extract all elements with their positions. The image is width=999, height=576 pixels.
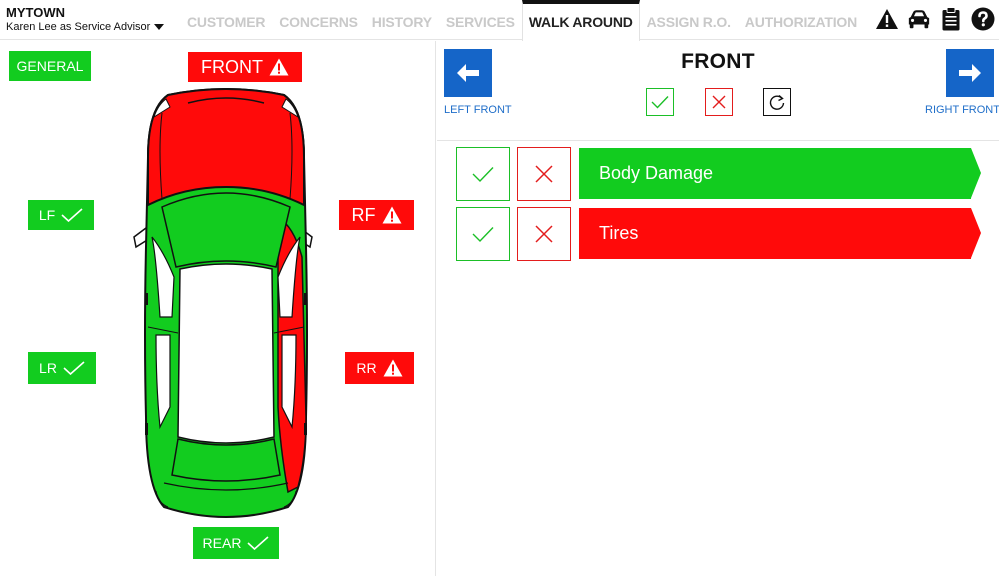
rear-window <box>171 438 281 482</box>
tab-concerns[interactable]: CONCERNS <box>272 0 365 40</box>
item-fail-button[interactable] <box>517 147 571 201</box>
zone-lr-label: LR <box>39 360 57 376</box>
zone-rear-button[interactable]: REAR <box>193 527 279 559</box>
app-header: MYTOWN Karen Lee as Service Advisor CUST… <box>0 0 999 41</box>
mark-all-fail-button[interactable] <box>705 88 733 116</box>
section-divider <box>437 140 999 141</box>
zone-lf-label: LF <box>38 207 56 223</box>
warning-icon[interactable] <box>875 7 899 31</box>
item-tires-bar[interactable]: Tires <box>579 208 981 259</box>
user-role-label: Karen Lee as Service Advisor <box>6 21 151 33</box>
zone-rf-label: RF <box>351 204 376 225</box>
previous-section-link[interactable]: LEFT FRONT <box>444 104 512 116</box>
windshield <box>161 192 291 268</box>
header-icon-group <box>875 7 995 31</box>
zone-rr-button[interactable]: RR <box>345 352 414 384</box>
item-body-damage-bar[interactable]: Body Damage <box>579 148 981 199</box>
checkmark-icon <box>61 208 83 222</box>
zone-front-label: FRONT <box>201 56 263 77</box>
item-label: Body Damage <box>599 163 714 183</box>
section-title: FRONT <box>681 50 755 73</box>
zone-general-button[interactable]: GENERAL <box>9 51 91 81</box>
x-icon <box>535 165 553 183</box>
checkmark-icon <box>472 167 494 182</box>
item-pass-button[interactable] <box>456 207 510 261</box>
tab-customer[interactable]: CUSTOMER <box>180 0 272 40</box>
x-icon <box>535 225 553 243</box>
item-pass-button[interactable] <box>456 147 510 201</box>
tab-walk-around[interactable]: WALK AROUND <box>521 0 640 41</box>
reset-button[interactable] <box>763 88 791 116</box>
inspection-item-row: Tires <box>456 207 996 261</box>
warning-icon <box>383 359 403 377</box>
vehicle-diagram-panel: GENERAL FRONT LF RF LR RR REAR <box>0 41 436 576</box>
next-section-link[interactable]: RIGHT FRONT <box>925 104 999 116</box>
arrow-right-icon <box>959 64 981 82</box>
inspection-item-row: Body Damage <box>456 147 996 201</box>
mark-all-pass-button[interactable] <box>646 88 674 116</box>
item-fail-button[interactable] <box>517 207 571 261</box>
user-menu[interactable]: Karen Lee as Service Advisor <box>6 20 165 34</box>
next-section-button[interactable] <box>946 49 994 97</box>
zone-general-label: GENERAL <box>16 58 84 74</box>
zone-lr-button[interactable]: LR <box>28 352 96 384</box>
inspection-panel: LEFT FRONT FRONT RIGHT FRONT Body Damage <box>437 41 999 576</box>
tab-assign-ro[interactable]: ASSIGN R.O. <box>640 0 738 40</box>
hood-panel <box>147 88 305 207</box>
zone-rr-label: RR <box>356 360 377 376</box>
checkmark-icon <box>472 227 494 242</box>
zone-front-button[interactable]: FRONT <box>188 52 302 82</box>
clipboard-icon[interactable] <box>939 7 963 31</box>
zone-rear-label: REAR <box>202 535 242 551</box>
warning-icon <box>382 206 401 224</box>
help-icon[interactable] <box>971 7 995 31</box>
store-name: MYTOWN <box>6 5 65 20</box>
tab-services[interactable]: SERVICES <box>439 0 522 40</box>
roof <box>177 263 275 444</box>
checkmark-icon <box>247 536 269 550</box>
zone-lf-button[interactable]: LF <box>28 200 94 230</box>
checkmark-icon <box>63 361 85 375</box>
refresh-icon <box>769 94 785 110</box>
warning-icon <box>269 58 289 76</box>
caret-down-icon <box>154 24 165 30</box>
zone-rf-button[interactable]: RF <box>339 200 414 230</box>
tab-authorization[interactable]: AUTHORIZATION <box>738 0 864 40</box>
tab-history[interactable]: HISTORY <box>365 0 439 40</box>
car-icon[interactable] <box>907 7 931 31</box>
checkmark-icon <box>651 96 669 109</box>
tab-bar: CUSTOMER CONCERNS HISTORY SERVICES WALK … <box>180 0 864 41</box>
brand-block: MYTOWN Karen Lee as Service Advisor <box>6 5 165 34</box>
x-icon <box>712 95 726 109</box>
item-label: Tires <box>599 223 639 243</box>
car-top-view-diagram <box>133 88 313 518</box>
